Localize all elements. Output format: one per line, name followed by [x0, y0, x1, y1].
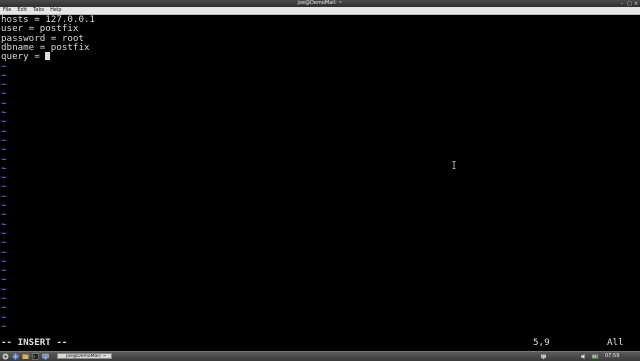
terminal-icon[interactable] [32, 353, 39, 360]
title-bar[interactable]: joe@DemoMail: ~ – □ × [0, 0, 640, 7]
vim-editor[interactable]: hosts = 127.0.0.1 user = postfix passwor… [0, 15, 640, 337]
text-line-5-content: query = [1, 51, 46, 63]
menu-help[interactable]: Help [47, 7, 64, 14]
volume-icon[interactable] [580, 353, 587, 360]
cursor-position: 5,9 [533, 337, 550, 348]
window-controls: – □ × [620, 0, 638, 7]
files-icon[interactable] [22, 353, 29, 360]
show-desktop-icon[interactable] [42, 353, 49, 360]
battery-icon[interactable] [592, 353, 599, 360]
menu-bar: File Edit Tabs Help [0, 7, 640, 15]
network-icon[interactable] [540, 353, 547, 360]
ibeam-cursor-icon [452, 161, 456, 169]
vim-status-line: -- INSERT -- 5,9 All [0, 338, 640, 348]
menu-edit[interactable]: Edit [14, 7, 30, 14]
mode-indicator: -- INSERT -- [1, 337, 68, 348]
scroll-position: All [607, 337, 624, 348]
maximize-icon[interactable]: □ [627, 1, 632, 6]
taskbar-terminal-button[interactable]: joe@DemoMail: ~ [57, 353, 112, 359]
taskbar-task-label: joe@DemoMail: ~ [66, 354, 107, 359]
window-title: joe@DemoMail: ~ [297, 0, 343, 6]
text-line-2[interactable]: user = postfix [1, 24, 78, 33]
close-icon[interactable]: × [634, 1, 638, 6]
menu-file[interactable]: File [0, 7, 14, 14]
empty-line-marker: ~ [1, 116, 7, 128]
empty-line-marker: ~ [1, 302, 7, 314]
empty-line-marker: ~ [1, 209, 7, 221]
menu-tabs[interactable]: Tabs [30, 7, 47, 14]
empty-line-marker: ~ [1, 144, 7, 156]
text-line-5[interactable]: query = [1, 51, 51, 63]
terminal-window: joe@DemoMail: ~ – □ × File Edit Tabs Hel… [0, 0, 640, 361]
text-cursor [45, 52, 51, 61]
app-menu-icon[interactable] [2, 353, 9, 360]
empty-line-marker: ~ [1, 320, 7, 332]
minimize-icon[interactable]: – [620, 1, 624, 6]
empty-line-marker: ~ [1, 237, 7, 249]
browser-icon[interactable] [12, 353, 19, 360]
